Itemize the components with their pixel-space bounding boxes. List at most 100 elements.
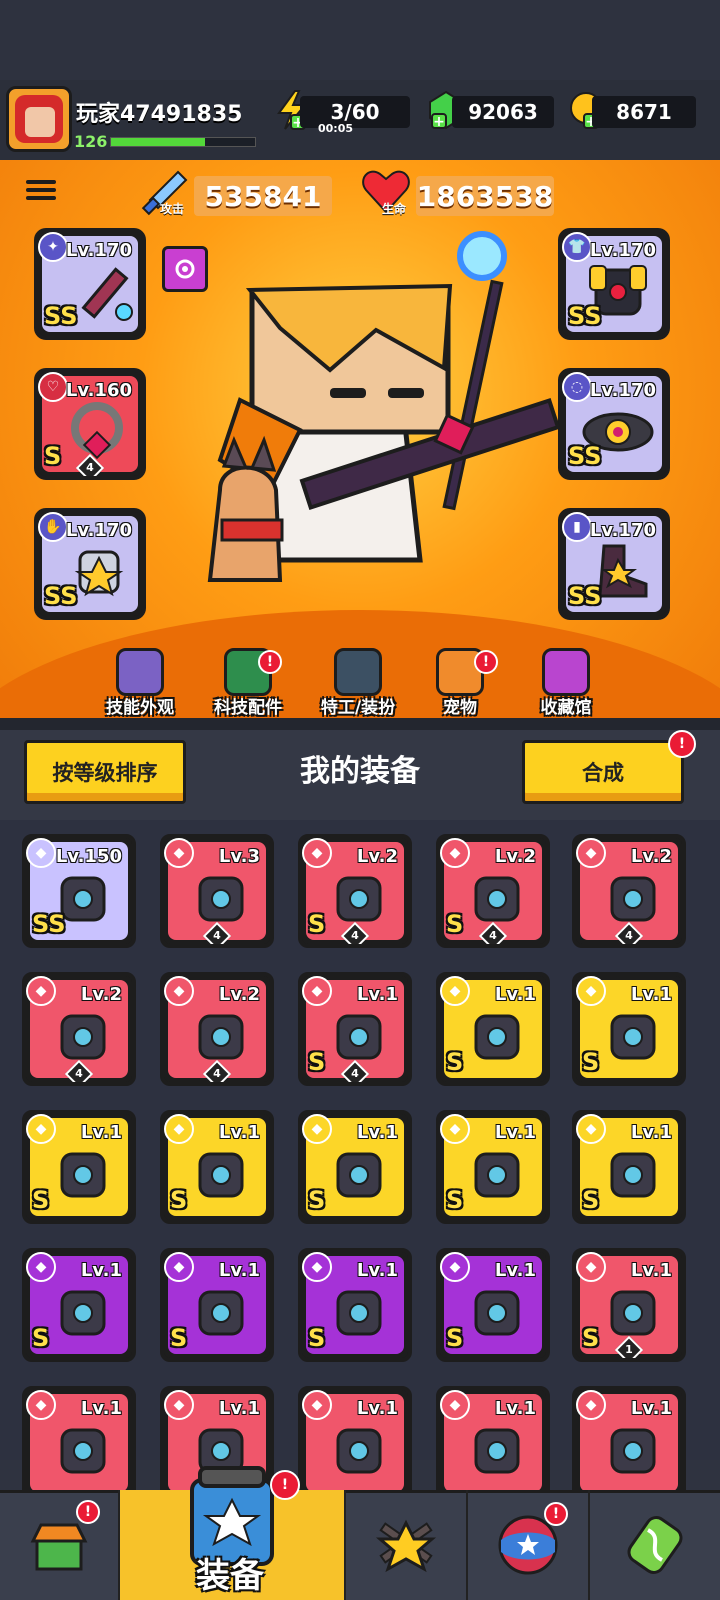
item-type-icon: ◆	[164, 838, 194, 868]
item-level: Lv.1	[218, 1122, 260, 1143]
equip-slot-belt[interactable]: ◌ Lv.170 SS	[558, 368, 670, 480]
nav-orb[interactable]: !	[468, 1490, 590, 1600]
inventory-item[interactable]: ◆ Lv.1	[572, 1386, 686, 1500]
inventory-item[interactable]: ◆ Lv.1 S	[572, 1110, 686, 1224]
rank-badge: S	[446, 1324, 464, 1352]
inventory-item[interactable]: ◆ Lv.1 S	[160, 1110, 274, 1224]
battle-icon	[375, 1519, 437, 1573]
inventory-item[interactable]: ◆ Lv.2 S 4	[436, 834, 550, 948]
glove-icon: ✋	[38, 512, 68, 542]
inventory-item[interactable]: ◆ Lv.2 S 4	[298, 834, 412, 948]
nav-collection[interactable]: 收藏馆	[510, 648, 622, 720]
inventory-item[interactable]: ◆ Lv.1 S	[298, 1248, 412, 1362]
inventory-item[interactable]: ◆ Lv.1	[298, 1386, 412, 1500]
equip-level: Lv.170	[65, 240, 132, 261]
item-type-icon: ◆	[440, 1390, 470, 1420]
inventory-item[interactable]: ◆ Lv.1	[22, 1386, 136, 1500]
inventory-item[interactable]: ◆ Lv.1 S	[436, 972, 550, 1086]
nav-lab[interactable]	[590, 1490, 720, 1600]
weapon-icon: ✦	[38, 232, 68, 262]
equip-slot-boots[interactable]: ▮ Lv.170 SS	[558, 508, 670, 620]
item-type-icon: ◆	[302, 1114, 332, 1144]
item-type-icon: ◆	[26, 976, 56, 1006]
inventory-item[interactable]: ◆ Lv.3 4	[160, 834, 274, 948]
equipment-title: 我的装备	[300, 754, 420, 789]
rank-badge: S	[308, 1048, 326, 1076]
inventory-item[interactable]: ◆ Lv.1 S	[22, 1248, 136, 1362]
inventory-item[interactable]: ◆ Lv.1	[436, 1386, 550, 1500]
hero-character	[207, 231, 560, 582]
equip-slot-glove[interactable]: ✋ Lv.170 SS	[34, 508, 146, 620]
rank-badge: S	[308, 1324, 326, 1352]
nav-agent-costume[interactable]: 特工/装扮	[302, 648, 414, 720]
item-type-icon: ◆	[164, 1252, 194, 1282]
equip-level: Lv.170	[589, 380, 656, 401]
nav-tech-parts[interactable]: ! 科技配件	[192, 648, 304, 720]
inventory-item[interactable]: ◆ Lv.1 S	[160, 1248, 274, 1362]
dna-icon	[627, 1516, 683, 1574]
equip-slot-weapon[interactable]: ✦ Lv.170 SS	[34, 228, 146, 340]
rank-badge: S	[32, 1186, 50, 1214]
equip-level: Lv.170	[589, 520, 656, 541]
rank-badge: SS	[44, 582, 78, 610]
equipment-tab-label: 装备	[196, 1556, 264, 1596]
inventory-item[interactable]: ◆ Lv.2 4	[572, 834, 686, 948]
item-level: Lv.1	[80, 1398, 122, 1419]
item-type-icon: ◆	[440, 1114, 470, 1144]
xp-bar-fill	[111, 138, 205, 146]
inventory-item[interactable]: ◆ Lv.1 S	[572, 972, 686, 1086]
collection-icon	[542, 648, 590, 696]
status-bar-area	[0, 0, 720, 80]
inventory-item[interactable]: ◆ Lv.150 SS	[22, 834, 136, 948]
merge-button[interactable]: 合成	[522, 740, 684, 804]
inventory-item[interactable]: ◆ Lv.2 4	[160, 972, 274, 1086]
item-type-icon: ◆	[440, 838, 470, 868]
inventory-item[interactable]: ◆ Lv.1 S	[436, 1248, 550, 1362]
item-type-icon: ◆	[302, 976, 332, 1006]
hp-label: 生命	[382, 202, 407, 216]
inventory-item[interactable]: ◆ Lv.1 S 1	[572, 1248, 686, 1362]
item-level: Lv.1	[494, 984, 536, 1005]
orb-alert-badge: !	[544, 1502, 568, 1526]
inventory-item[interactable]: ◆ Lv.1 S 4	[298, 972, 412, 1086]
item-type-icon: ◆	[164, 1390, 194, 1420]
inventory-item[interactable]: ◆ Lv.1 S	[298, 1110, 412, 1224]
item-level: Lv.2	[494, 846, 536, 867]
item-type-icon: ◆	[440, 1252, 470, 1282]
nav-label: 特工/装扮	[320, 698, 396, 718]
rank-badge: S	[446, 1048, 464, 1076]
nav-battle[interactable]	[346, 1490, 468, 1600]
item-type-icon: ◆	[26, 1114, 56, 1144]
merge-alert-badge: !	[668, 730, 696, 758]
svg-text:+: +	[433, 114, 445, 130]
item-level: Lv.3	[218, 846, 260, 867]
item-level: Lv.1	[630, 1398, 672, 1419]
nav-equipment[interactable]: 装备 !	[120, 1466, 346, 1600]
equip-slot-armor[interactable]: 👕 Lv.170 SS	[558, 228, 670, 340]
item-level: Lv.1	[494, 1260, 536, 1281]
player-avatar[interactable]	[6, 86, 72, 152]
item-type-icon: ◆	[164, 1114, 194, 1144]
item-level: Lv.1	[630, 1260, 672, 1281]
item-level: Lv.2	[630, 846, 672, 867]
sort-by-level-button[interactable]: 按等级排序	[24, 740, 186, 804]
inventory-item[interactable]: ◆ Lv.1 S	[22, 1110, 136, 1224]
nav-skill-skin[interactable]: 技能外观	[84, 648, 196, 720]
rank-badge: S	[582, 1324, 600, 1352]
inventory-item[interactable]: ◆ Lv.1 S	[436, 1110, 550, 1224]
item-level: Lv.150	[55, 846, 122, 867]
nav-pet[interactable]: ! 宠物	[404, 648, 516, 720]
item-level: Lv.1	[356, 984, 398, 1005]
item-level: Lv.1	[630, 1122, 672, 1143]
equip-slot-necklace[interactable]: ♡ Lv.160 S 4	[34, 368, 146, 480]
nav-shop[interactable]: !	[0, 1490, 120, 1600]
inventory-item[interactable]: ◆ Lv.2 4	[22, 972, 136, 1086]
item-type-icon: ◆	[576, 1252, 606, 1282]
item-level: Lv.1	[494, 1398, 536, 1419]
menu-icon[interactable]	[26, 176, 56, 204]
rank-badge: SS	[568, 582, 602, 610]
boots-icon: ▮	[562, 512, 592, 542]
item-level: Lv.1	[630, 984, 672, 1005]
item-level: Lv.2	[218, 984, 260, 1005]
attack-label: 攻击	[160, 202, 185, 216]
